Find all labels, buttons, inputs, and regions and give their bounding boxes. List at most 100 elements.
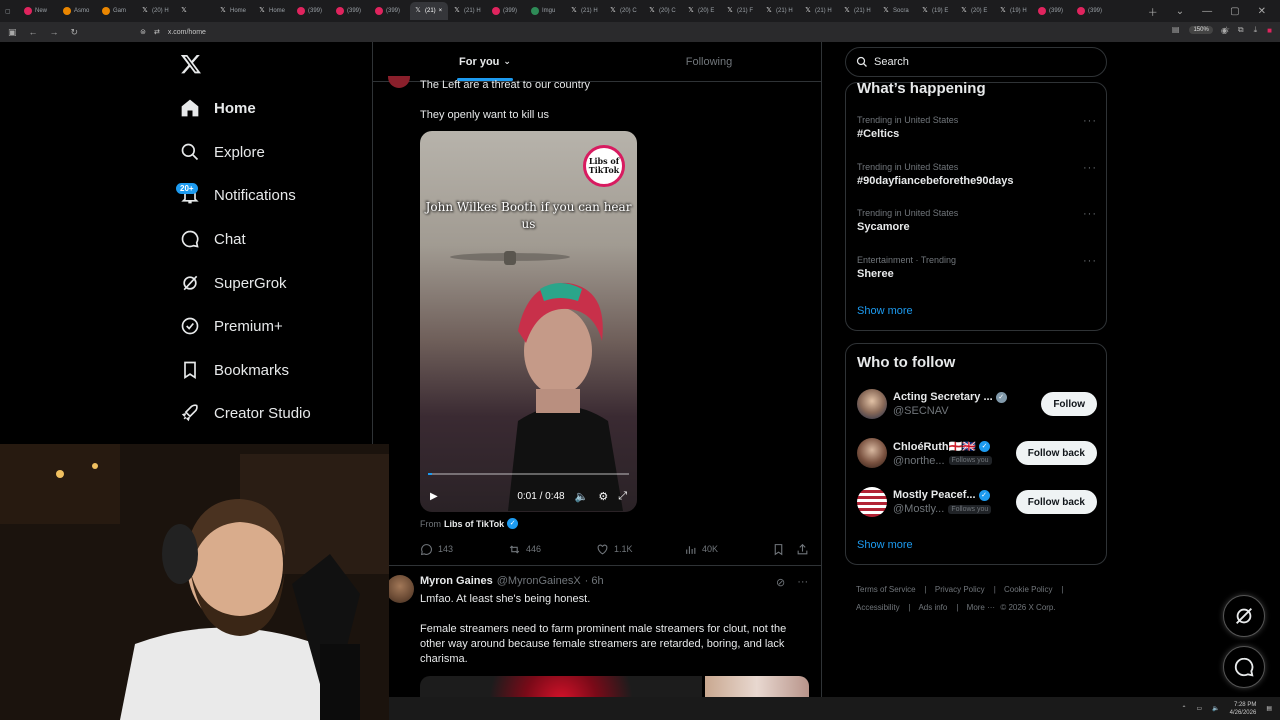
- browser-tab[interactable]: Gam: [98, 2, 136, 20]
- browser-tab[interactable]: 𝕏 (20) H: [137, 2, 175, 20]
- tweet2-handle[interactable]: @MyronGainesX: [497, 575, 581, 587]
- maximize-icon[interactable]: ▢: [1230, 6, 1239, 17]
- notification-center-icon[interactable]: ▤: [1266, 705, 1272, 712]
- browser-tab[interactable]: 𝕏 Socra: [878, 2, 916, 20]
- site-info-icon[interactable]: ⊜: [140, 28, 146, 36]
- follow-suggestion[interactable]: ChloéRuth🏴󠁧󠁢󠁥󠁮󠁧󠁿🇬🇧 ✓ @northe... Follows yo…: [857, 436, 1097, 470]
- browser-tab[interactable]: 𝕏 Home: [254, 2, 292, 20]
- nav-creator-studio[interactable]: Creator Studio: [180, 398, 311, 428]
- from-account-link[interactable]: Libs of TikTok: [444, 519, 504, 529]
- tweet2-media[interactable]: [420, 676, 809, 697]
- ads-info-link[interactable]: Ads info: [918, 603, 947, 612]
- close-window-icon[interactable]: ✕: [1258, 6, 1266, 17]
- downloads-icon[interactable]: ⤓: [1254, 25, 1258, 35]
- follow-back-button[interactable]: Follow back: [1015, 441, 1097, 465]
- browser-tab[interactable]: New: [20, 2, 58, 20]
- repost-button[interactable]: 446: [508, 543, 596, 556]
- chevron-up-icon[interactable]: ⌃: [1181, 705, 1186, 712]
- browser-tab[interactable]: 𝕏 (21) H: [449, 2, 487, 20]
- new-tab-icon[interactable]: ＋: [1148, 4, 1158, 19]
- more-icon[interactable]: ···: [1083, 208, 1097, 220]
- close-tab-icon[interactable]: ×: [439, 8, 443, 14]
- url-text[interactable]: x.com/home: [168, 29, 206, 36]
- browser-tab[interactable]: 𝕏 (20) E: [683, 2, 721, 20]
- play-icon[interactable]: ▶: [430, 491, 438, 502]
- chat-fab-button[interactable]: [1223, 646, 1265, 688]
- tweet2-time[interactable]: · 6h: [585, 575, 604, 587]
- extension-red-icon[interactable]: ■: [1267, 26, 1272, 35]
- tab-search-icon[interactable]: ⌄: [1176, 6, 1184, 17]
- browser-tab[interactable]: 𝕏 (19) H: [995, 2, 1033, 20]
- forward-icon[interactable]: →: [50, 27, 59, 38]
- terms-link[interactable]: Terms of Service: [856, 585, 916, 594]
- like-button[interactable]: 1.1K: [596, 543, 684, 556]
- trends-show-more-link[interactable]: Show more: [857, 305, 913, 317]
- avatar[interactable]: [857, 389, 887, 419]
- extensions-icon[interactable]: ⧉: [1238, 25, 1244, 35]
- browser-tab[interactable]: (399): [332, 2, 370, 20]
- cookie-link[interactable]: Cookie Policy: [1004, 585, 1052, 594]
- browser-tab[interactable]: 𝕏 (20) C: [644, 2, 682, 20]
- sidebar-toggle-icon[interactable]: ▣: [8, 27, 17, 38]
- views-button[interactable]: 40K: [684, 543, 772, 556]
- nav-supergrok[interactable]: SuperGrok: [180, 268, 287, 298]
- myron-gaines-avatar[interactable]: [386, 575, 414, 603]
- browser-tab[interactable]: (399): [488, 2, 526, 20]
- reply-button[interactable]: 143: [420, 543, 508, 556]
- browser-tab[interactable]: (399): [371, 2, 409, 20]
- browser-tab[interactable]: (399): [293, 2, 331, 20]
- trend-item[interactable]: Trending in United States #90dayfiancebe…: [857, 162, 1097, 187]
- avatar[interactable]: [857, 438, 887, 468]
- browser-tab[interactable]: 𝕏 (21) H: [761, 2, 799, 20]
- browser-tab[interactable]: 𝕏 (21) F: [722, 2, 760, 20]
- accessibility-link[interactable]: Accessibility: [856, 603, 900, 612]
- back-icon[interactable]: ←: [29, 27, 38, 38]
- trend-item[interactable]: Trending in United States Sycamore ···: [857, 208, 1097, 233]
- browser-tab[interactable]: 𝕏 (21) H: [566, 2, 604, 20]
- nav-notifications[interactable]: 20+ Notifications: [176, 180, 296, 210]
- volume-icon[interactable]: 🔈: [575, 490, 589, 503]
- tweet-avatar[interactable]: [388, 76, 410, 88]
- search-input[interactable]: [874, 56, 1094, 68]
- video-player[interactable]: John Wilkes Booth if you can hear us Lib…: [420, 131, 637, 512]
- share-button[interactable]: [796, 543, 812, 556]
- more-icon[interactable]: ···: [1083, 162, 1097, 174]
- nav-premium[interactable]: Premium+: [180, 311, 283, 341]
- grok-icon[interactable]: ⊘: [776, 576, 785, 589]
- more-icon[interactable]: ···: [797, 576, 808, 589]
- system-clock[interactable]: 7:28 PM 4/26/2026: [1230, 701, 1257, 717]
- profile-icon[interactable]: ◉: [1221, 26, 1228, 35]
- browser-tab[interactable]: 𝕏 Home: [215, 2, 253, 20]
- browser-tab[interactable]: 𝕏: [176, 2, 214, 20]
- nav-bookmarks[interactable]: Bookmarks: [180, 355, 289, 385]
- tab-list-icon[interactable]: ▢: [1, 2, 19, 20]
- nav-explore[interactable]: Explore: [180, 137, 265, 167]
- speaker-icon[interactable]: 🔈: [1212, 705, 1219, 712]
- follow-button[interactable]: Follow: [1041, 392, 1097, 416]
- follow-suggestion[interactable]: Acting Secretary ... ✓ @SECNAV Follow: [857, 387, 1097, 421]
- url-field[interactable]: ⊜ ⇄ x.com/home: [140, 28, 206, 37]
- browser-tab[interactable]: Asmo: [59, 2, 97, 20]
- nav-home[interactable]: Home: [180, 93, 256, 123]
- browser-tab[interactable]: (399): [1073, 2, 1111, 20]
- reload-icon[interactable]: ↻: [71, 27, 79, 38]
- browser-tab[interactable]: 𝕏 (21) H: [800, 2, 838, 20]
- privacy-link[interactable]: Privacy Policy: [935, 585, 985, 594]
- more-link[interactable]: More ···: [967, 603, 995, 612]
- follow-suggestion[interactable]: Mostly Peacef... ✓ @Mostly... Follows you …: [857, 485, 1097, 519]
- tab-following[interactable]: Following: [597, 42, 821, 81]
- avatar[interactable]: [857, 487, 887, 517]
- x-logo-icon[interactable]: [180, 53, 202, 75]
- follow-show-more-link[interactable]: Show more: [857, 539, 913, 551]
- nav-chat[interactable]: Chat: [180, 224, 246, 254]
- tweet2-author[interactable]: Myron Gaines: [420, 575, 493, 587]
- browser-tab[interactable]: 𝕏 (20) E: [956, 2, 994, 20]
- grok-fab-button[interactable]: [1223, 595, 1265, 637]
- trend-item[interactable]: Entertainment · Trending Sheree ···: [857, 255, 1097, 280]
- bookmark-button[interactable]: [772, 543, 796, 556]
- browser-tab[interactable]: 𝕏 (19) E: [917, 2, 955, 20]
- follow-back-button[interactable]: Follow back: [1015, 490, 1097, 514]
- fullscreen-icon[interactable]: ⤢: [618, 490, 627, 503]
- browser-tab[interactable]: (399): [1034, 2, 1072, 20]
- minimize-icon[interactable]: —: [1202, 6, 1212, 17]
